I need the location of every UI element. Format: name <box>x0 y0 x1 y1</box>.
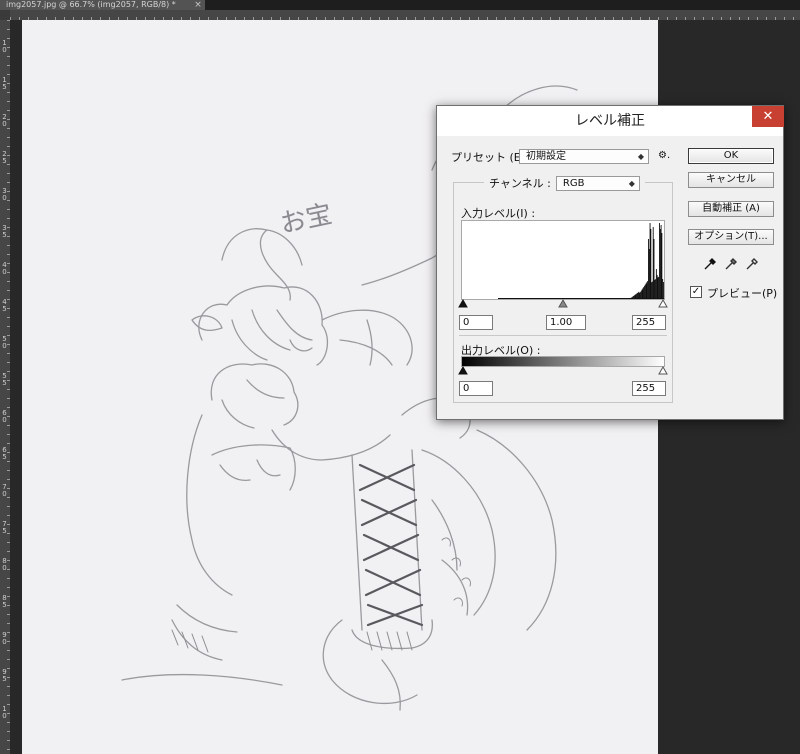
levels-dialog: レベル補正 ✕ プリセット (E) : 初期設定 ◆ ⚙. チャンネル : RG… <box>436 105 784 420</box>
histogram-bar <box>651 281 653 299</box>
vertical-ruler[interactable]: 1 0 1 5 2 0 2 5 3 0 3 5 4 0 4 5 5 0 5 5 6 0 6 5 7 0 7… <box>0 20 10 754</box>
input-black-point-slider[interactable] <box>458 298 468 308</box>
histogram-bar <box>662 279 664 299</box>
horizontal-ruler[interactable] <box>10 10 800 20</box>
output-black-point-slider[interactable] <box>458 365 468 375</box>
close-button[interactable]: ✕ <box>752 106 784 127</box>
separator <box>459 335 667 336</box>
preview-label: プレビュー(P) <box>707 287 778 300</box>
histogram-bar <box>653 239 655 299</box>
ruler-label: 4 0 <box>2 261 7 276</box>
dialog-title-bar[interactable]: レベル補正 ✕ <box>437 106 784 136</box>
white-eyedropper-icon[interactable] <box>745 257 759 271</box>
tab-close-icon[interactable]: × <box>192 0 204 10</box>
histogram-bar <box>656 275 658 299</box>
preset-options-gear-icon[interactable]: ⚙. <box>658 150 670 161</box>
histogram-bar <box>646 282 648 299</box>
histogram-bar <box>649 223 651 299</box>
input-gamma-slider[interactable] <box>558 298 568 308</box>
preset-select[interactable]: 初期設定 ◆ <box>519 149 649 164</box>
histogram-bar <box>645 283 647 299</box>
preset-value: 初期設定 <box>526 151 566 162</box>
histogram-bar <box>659 229 661 299</box>
black-eyedropper-icon[interactable] <box>703 257 717 271</box>
channel-select[interactable]: RGB ◆ <box>555 175 640 191</box>
ruler-label: 3 0 <box>2 187 7 202</box>
output-black-field[interactable]: 0 <box>459 381 493 396</box>
input-white-field[interactable]: 255 <box>632 315 666 330</box>
histogram-bar <box>650 229 652 299</box>
ruler-label: 7 0 <box>2 483 7 498</box>
histogram-bar <box>647 281 649 299</box>
ruler-label: 9 0 <box>2 631 7 646</box>
preview-checkbox[interactable]: ✓ <box>690 286 702 298</box>
input-levels-slider[interactable] <box>457 298 669 310</box>
histogram-bar <box>661 233 663 299</box>
histogram-bar <box>659 223 660 299</box>
document-tab[interactable]: img2057.jpg @ 66.7% (img2057, RGB/8) * <box>0 0 205 10</box>
histogram <box>461 220 665 300</box>
ruler-label: 5 0 <box>2 335 7 350</box>
histogram-bar <box>663 282 664 299</box>
histogram-bar <box>655 279 657 299</box>
ruler-label: 1 0 <box>2 705 7 720</box>
handwritten-note: お宝 <box>278 199 335 239</box>
histogram-bar <box>660 225 662 299</box>
ruler-label: 2 0 <box>2 113 7 128</box>
histogram-bar <box>652 227 654 299</box>
select-arrow-icon: ◆ <box>628 178 635 188</box>
document-tab-bar: img2057.jpg @ 66.7% (img2057, RGB/8) * × <box>0 0 800 10</box>
channel-value: RGB <box>562 177 585 189</box>
document-tab-title: img2057.jpg @ 66.7% (img2057, RGB/8) * <box>6 0 176 9</box>
ruler-label: 8 0 <box>2 557 7 572</box>
dialog-title: レベル補正 <box>575 113 645 129</box>
ruler-label: 3 5 <box>2 224 7 239</box>
input-gamma-field[interactable]: 1.00 <box>546 315 586 330</box>
ruler-label: 7 5 <box>2 520 7 535</box>
auto-button[interactable]: 自動補正 (A) <box>688 201 774 217</box>
histogram-bar <box>655 269 657 299</box>
ruler-label: 9 5 <box>2 668 7 683</box>
histogram-graph <box>498 223 664 299</box>
gray-eyedropper-icon[interactable] <box>724 257 738 271</box>
options-button[interactable]: オプション(T)... <box>688 229 774 245</box>
ruler-label: 2 5 <box>2 150 7 165</box>
cancel-button[interactable]: キャンセル <box>688 172 774 188</box>
input-black-field[interactable]: 0 <box>459 315 493 330</box>
ruler-label: 4 5 <box>2 298 7 313</box>
ruler-label: 8 5 <box>2 594 7 609</box>
ruler-label: 6 5 <box>2 446 7 461</box>
ruler-label: 6 0 <box>2 409 7 424</box>
channel-row: チャンネル : RGB ◆ <box>484 175 645 191</box>
output-white-field[interactable]: 255 <box>632 381 666 396</box>
ruler-label: 1 5 <box>2 76 7 91</box>
ruler-label: 5 5 <box>2 372 7 387</box>
output-levels-slider[interactable] <box>457 365 669 377</box>
histogram-bar <box>644 284 646 299</box>
histogram-bar <box>654 279 656 299</box>
ruler-corner[interactable] <box>0 10 10 20</box>
input-white-point-slider[interactable] <box>658 298 668 308</box>
histogram-bar <box>658 276 660 299</box>
input-levels-label: 入力レベル(I) : <box>461 207 536 220</box>
histogram-bar <box>648 249 650 299</box>
histogram-bar <box>657 277 659 299</box>
ok-button[interactable]: OK <box>688 148 774 164</box>
select-arrow-icon: ◆ <box>637 152 644 161</box>
output-white-point-slider[interactable] <box>658 365 668 375</box>
ruler-label: 1 0 <box>2 39 7 54</box>
histogram-bar <box>651 282 653 299</box>
channel-label: チャンネル : <box>489 177 551 190</box>
histogram-bar <box>648 239 649 299</box>
